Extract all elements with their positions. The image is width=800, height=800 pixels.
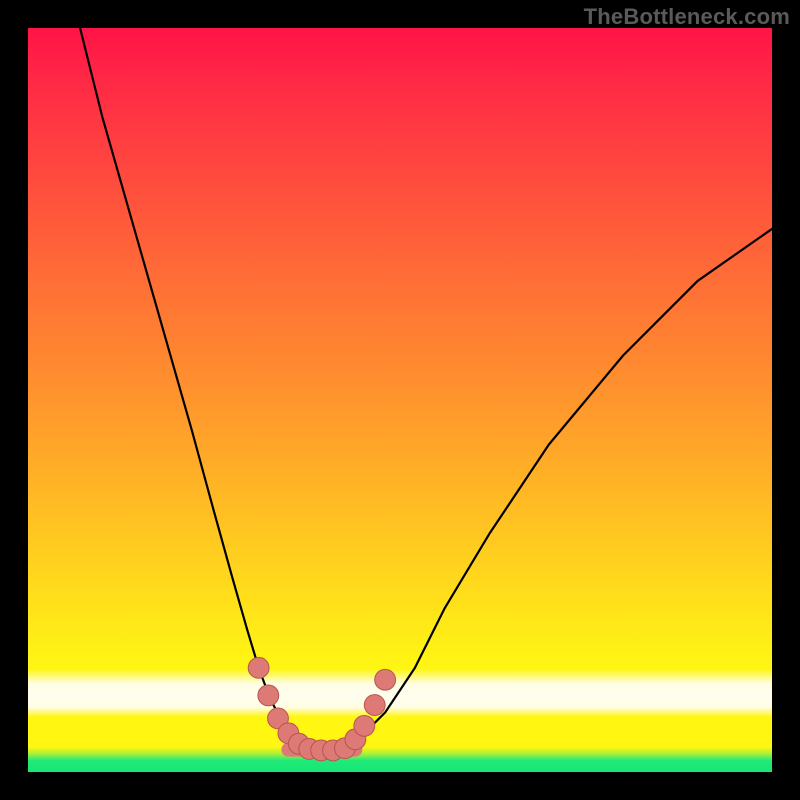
watermark-text: TheBottleneck.com — [584, 4, 790, 30]
chart-svg — [28, 28, 772, 772]
stage: TheBottleneck.com — [0, 0, 800, 800]
bottleneck-curve — [80, 28, 772, 750]
plot-area — [28, 28, 772, 772]
trough-markers — [248, 657, 395, 760]
